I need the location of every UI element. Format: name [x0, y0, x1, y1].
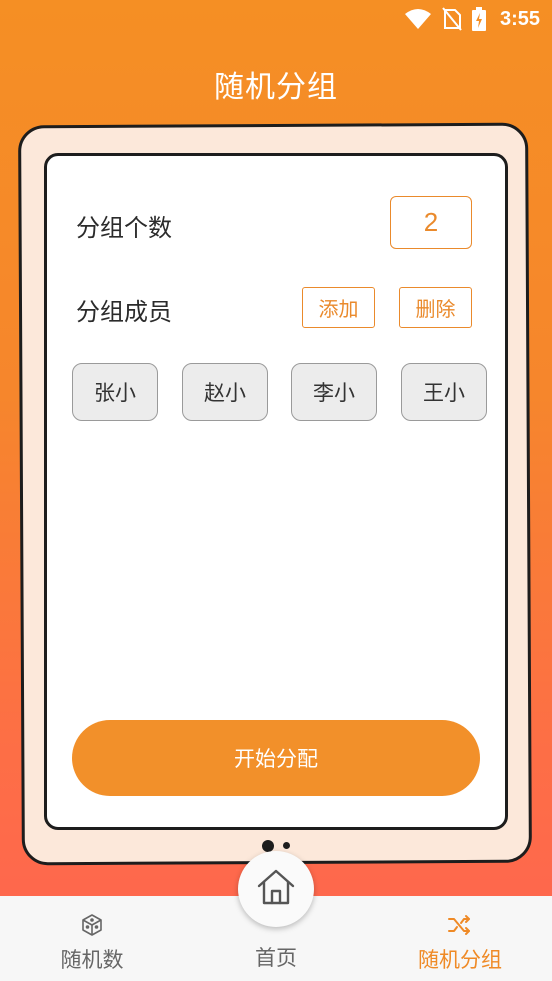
- nav-label: 随机数: [60, 948, 124, 972]
- nav-item-random-number[interactable]: 随机数: [0, 896, 184, 981]
- nav-label: 首页: [255, 946, 297, 970]
- nav-label: 随机分组: [418, 948, 502, 972]
- no-sim-icon: [442, 7, 462, 31]
- member-chip[interactable]: 李小: [291, 363, 377, 421]
- members-label: 分组成员: [76, 298, 172, 326]
- start-assign-button[interactable]: 开始分配: [72, 720, 480, 796]
- shuffle-icon: [447, 912, 473, 938]
- wifi-icon: [404, 8, 432, 30]
- home-icon: [256, 868, 296, 910]
- page-title: 随机分组: [214, 70, 338, 105]
- nav-item-random-group[interactable]: 随机分组: [368, 896, 552, 981]
- cube-icon: [80, 912, 104, 938]
- group-count-label: 分组个数: [76, 214, 172, 242]
- status-time: 3:55: [499, 7, 540, 30]
- status-bar: 3:55: [0, 0, 552, 38]
- add-member-button[interactable]: 添加: [302, 287, 375, 328]
- member-chip[interactable]: 张小: [72, 363, 158, 421]
- sensor-dot: [283, 842, 290, 849]
- member-chip[interactable]: 赵小: [182, 363, 268, 421]
- group-count-input[interactable]: 2: [390, 196, 472, 249]
- battery-charging-icon: [471, 7, 486, 31]
- delete-member-button[interactable]: 删除: [399, 287, 472, 328]
- home-button[interactable]: [238, 851, 314, 927]
- member-chip[interactable]: 王小: [401, 363, 487, 421]
